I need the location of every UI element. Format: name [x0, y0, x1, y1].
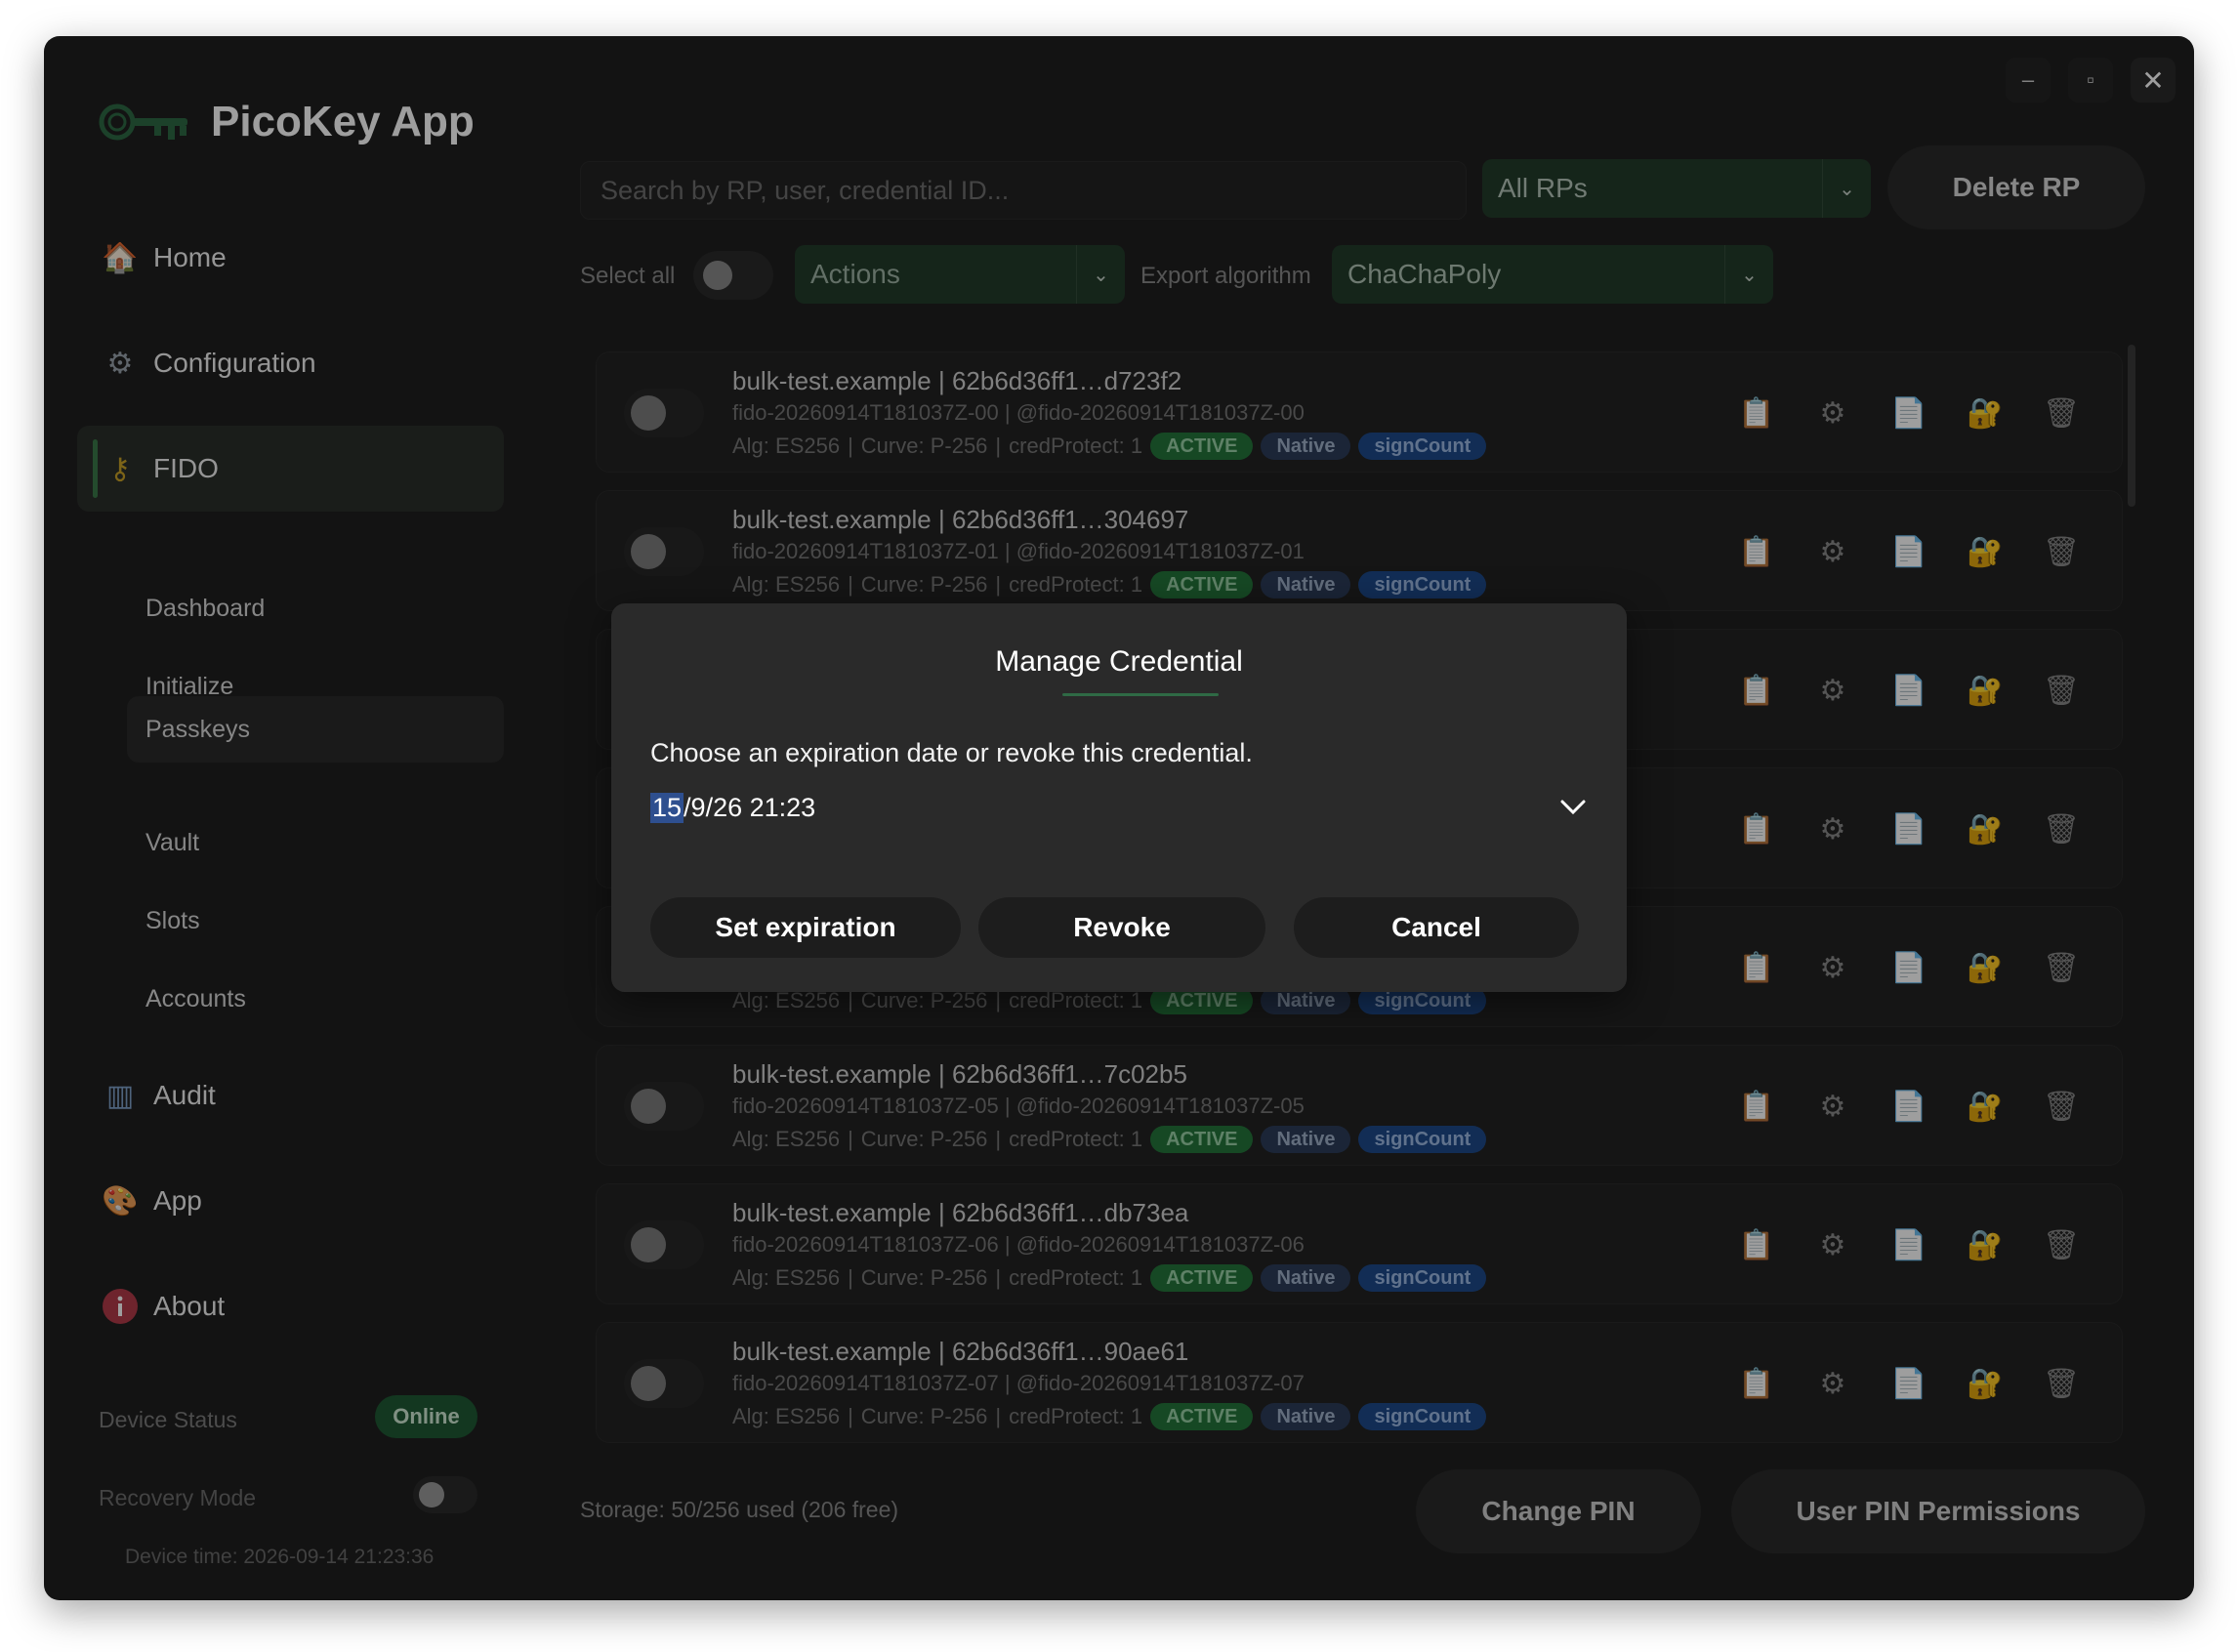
date-rest-segment[interactable]: /9/26 21:23: [684, 793, 815, 823]
revoke-button[interactable]: Revoke: [978, 897, 1265, 958]
date-day-segment[interactable]: 15: [650, 792, 684, 823]
expiration-date-input[interactable]: 15 /9/26 21:23: [650, 781, 1590, 834]
chevron-down-icon[interactable]: [1556, 791, 1590, 824]
app-window: – ▫ ✕ PicoKey App 🏠 Home ⚙ Configuration…: [44, 36, 2194, 1600]
cancel-button[interactable]: Cancel: [1294, 897, 1579, 958]
set-expiration-button[interactable]: Set expiration: [650, 897, 961, 958]
manage-credential-dialog: Manage Credential Choose an expiration d…: [611, 603, 1627, 992]
dialog-title: Manage Credential: [995, 645, 1243, 678]
dialog-message: Choose an expiration date or revoke this…: [650, 738, 1253, 767]
title-underline: [1062, 693, 1219, 696]
